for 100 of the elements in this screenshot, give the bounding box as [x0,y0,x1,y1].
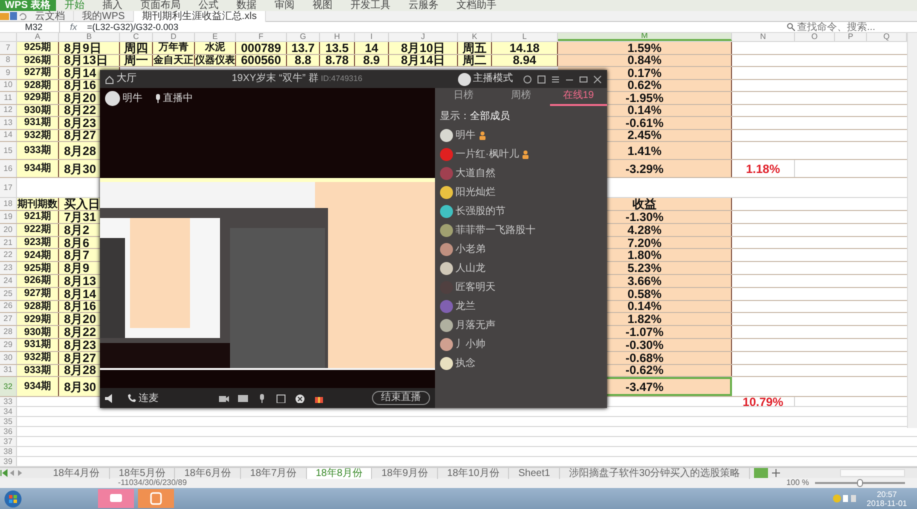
clock-time[interactable]: 20:57 [866,490,907,499]
row-number[interactable]: 27 [0,313,17,326]
member-name[interactable]: 小老弟 [456,240,486,259]
row-number[interactable]: 9 [0,67,17,78]
column-header[interactable]: B [59,33,120,41]
row-number[interactable]: 36 [0,427,17,436]
clock-date[interactable]: 2018-11-01 [866,498,907,508]
chat-app-icon[interactable] [98,489,134,508]
home-icon[interactable] [105,74,114,84]
member-name[interactable]: 龙兰 [456,297,476,316]
row-number[interactable]: 32 [0,377,17,396]
member-name[interactable]: 匠客明天 [456,278,496,297]
search-icon[interactable] [786,23,794,31]
screen-icon[interactable] [238,394,248,402]
row-number[interactable]: 13 [0,117,17,128]
column-header[interactable]: A [17,33,59,41]
row-number[interactable]: 23 [0,262,17,274]
row-number[interactable]: 35 [0,417,17,426]
row-number[interactable]: 19 [0,211,17,223]
member-name[interactable]: 大道自然 [456,164,496,183]
column-header[interactable]: G [287,33,320,41]
row-number[interactable]: 24 [0,274,17,287]
row-number[interactable]: 22 [0,249,17,262]
first-sheet-icon[interactable] [0,469,8,478]
row-number[interactable]: 34 [0,407,17,416]
phone-icon[interactable] [127,394,136,402]
menu-tab[interactable]: 页面布局 [132,0,190,11]
menu-icon[interactable] [551,74,560,84]
column-header[interactable]: F [236,33,287,41]
column-header[interactable]: O [795,33,835,41]
menu-tab[interactable]: 开始 [56,0,94,11]
tray-icons[interactable] [832,494,857,504]
zoom-slider-thumb[interactable] [857,479,863,488]
row-number[interactable]: 31 [0,364,17,376]
presentation-app-icon[interactable] [138,489,174,508]
row-number[interactable]: 18 [0,198,17,210]
menu-tab[interactable]: 视图 [304,0,342,11]
call-label[interactable]: 连麦 [138,390,158,406]
zoom-level[interactable]: 100 % [786,478,809,488]
tab[interactable]: 在线19 [550,88,607,106]
menu-tab[interactable]: 公式 [190,0,228,11]
row-number[interactable]: 12 [0,104,17,116]
menu-tab[interactable]: 开发工具 [342,0,400,11]
row-number[interactable]: 39 [0,457,17,466]
save-icon[interactable] [9,12,18,20]
member-name[interactable]: 丿小帅 [456,335,486,354]
column-header[interactable]: I [355,33,389,41]
row-number[interactable]: 30 [0,352,17,364]
member-name[interactable]: 长强股的节 [456,202,506,221]
row-number[interactable]: 26 [0,300,17,312]
member-name[interactable]: 月落无声 [456,316,496,335]
close-icon[interactable] [593,74,602,84]
popout-icon[interactable] [537,74,546,84]
settings-icon[interactable] [523,74,532,84]
row-number[interactable]: 7 [0,42,17,54]
row-number[interactable]: 37 [0,437,17,446]
row-number[interactable]: 14 [0,130,17,141]
column-header[interactable]: D [153,33,195,41]
document-tab[interactable]: 云文档 [27,10,74,22]
column-header[interactable]: C [120,33,153,41]
column-header[interactable]: L [492,33,558,41]
row-number[interactable]: 15 [0,142,17,159]
member-name[interactable]: 阳光灿烂 [456,183,496,202]
undo-icon[interactable] [18,12,27,20]
tab[interactable]: 周榜 [492,88,550,106]
filter-value[interactable]: 全部成员 [470,108,510,124]
speaker-icon[interactable] [105,394,115,402]
row-number[interactable]: 29 [0,338,17,351]
row-number[interactable]: 16 [0,160,17,177]
document-tab[interactable]: 期刊期利生涯收益汇总.xls [134,10,266,22]
member-name[interactable]: 执念 [456,354,476,373]
row-number[interactable]: 10 [0,80,17,91]
row-number[interactable]: 21 [0,236,17,248]
member-name[interactable]: 一片红·枫叶儿 [456,145,519,164]
column-header[interactable]: Q [867,33,907,41]
edit-icon[interactable] [276,394,286,402]
camera-icon[interactable] [218,394,228,402]
column-header[interactable]: J [389,33,458,41]
row-number[interactable]: 38 [0,447,17,456]
maximize-icon[interactable] [579,74,588,84]
search-field[interactable]: 查找命令、搜索... [797,22,917,32]
row-number[interactable]: 28 [0,326,17,338]
menu-tab[interactable]: 插入 [94,0,132,11]
close-icon[interactable] [294,394,304,402]
column-header[interactable]: K [458,33,492,41]
column-header[interactable]: N [732,33,795,41]
column-header[interactable]: E [195,33,236,41]
add-sheet-icon[interactable] [772,469,780,478]
tab[interactable]: 日榜 [435,88,492,106]
row-number[interactable]: 20 [0,224,17,236]
member-name[interactable]: 菲菲带一飞路股十 [456,221,536,240]
row-number[interactable]: 8 [0,54,17,66]
row-number[interactable]: 33 [0,397,17,406]
column-header[interactable]: H [320,33,355,41]
column-header[interactable]: P [835,33,867,41]
row-number[interactable]: 17 [0,178,17,197]
horizontal-scrollbar[interactable] [840,469,905,478]
end-live-button[interactable]: 结束直播 [372,391,430,405]
menu-tab[interactable]: 云服务 [400,0,448,11]
formula-field[interactable]: =(L32-G32)/G32-0.003 [87,22,786,32]
